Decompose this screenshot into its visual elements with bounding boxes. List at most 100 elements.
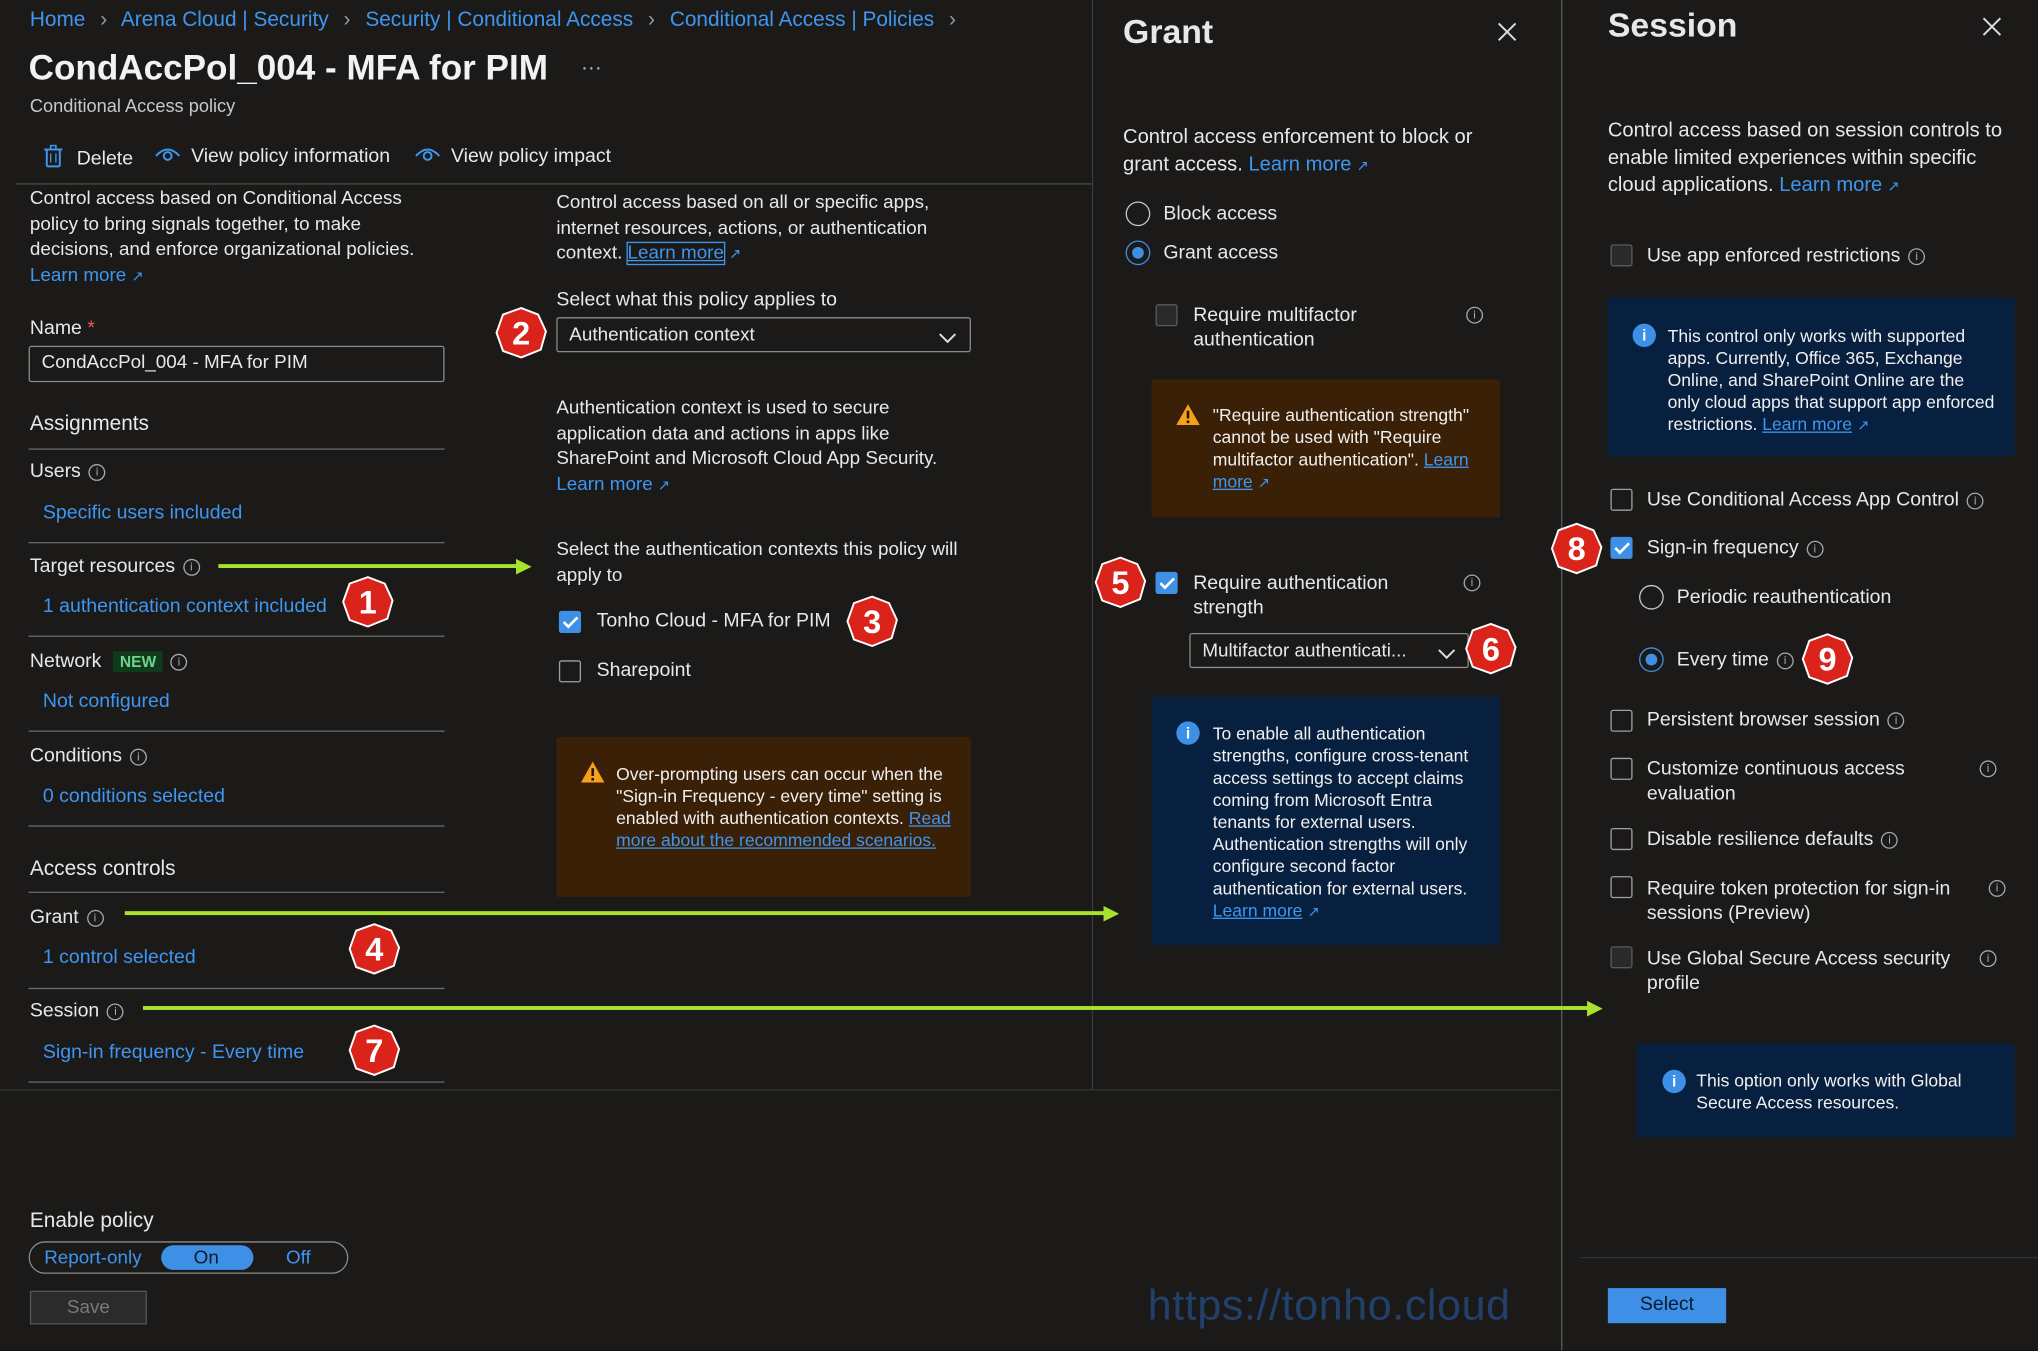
learn-more-link[interactable]: Learn more xyxy=(30,265,126,286)
app-enforced-checkbox[interactable] xyxy=(1610,244,1633,267)
view-policy-impact-button[interactable]: View policy impact xyxy=(415,144,611,167)
gsa-info-text: This option only works with Global Secur… xyxy=(1696,1071,1962,1113)
toggle-off[interactable]: Off xyxy=(286,1248,311,1269)
page-subtitle: Conditional Access policy xyxy=(29,94,236,116)
resilience-checkbox[interactable] xyxy=(1610,827,1633,851)
block-access-label: Block access xyxy=(1163,202,1278,225)
trash-icon xyxy=(43,144,64,173)
annotation-badge-2: 2 xyxy=(495,307,547,359)
badge-number: 5 xyxy=(1111,565,1129,601)
grant-access-radio[interactable] xyxy=(1125,240,1151,266)
signin-frequency-label: Sign-in frequency i xyxy=(1646,536,1824,559)
annotation-badge-4: 4 xyxy=(348,923,401,975)
annotation-arrow-target xyxy=(218,564,518,569)
badge-number: 3 xyxy=(863,604,881,640)
grant-title: Grant xyxy=(1123,11,1214,51)
chevron-down-icon xyxy=(938,328,957,351)
users-link[interactable]: Specific users included xyxy=(43,502,242,524)
persistent-session-label: Persistent browser session i xyxy=(1647,708,1905,730)
annotation-badge-8: 8 xyxy=(1550,522,1603,575)
conditions-link[interactable]: 0 conditions selected xyxy=(43,785,225,807)
session-footer-divider xyxy=(1580,1256,2038,1259)
divider xyxy=(28,542,445,544)
app-enforced-info: i This control only works with supported… xyxy=(1607,297,2015,457)
info-icon: i xyxy=(1776,651,1794,669)
block-access-radio[interactable] xyxy=(1125,201,1151,227)
strength-dropdown[interactable]: Multifactor authenticati... xyxy=(1189,633,1469,669)
badge-number: 2 xyxy=(512,315,530,351)
name-field[interactable]: CondAccPol_004 - MFA for PIM xyxy=(28,345,445,383)
breadcrumb-arena-security[interactable]: Arena Cloud | Security xyxy=(121,9,329,31)
annotation-badge-1: 1 xyxy=(342,576,394,628)
save-button[interactable]: Save xyxy=(29,1290,147,1325)
applies-to-dropdown[interactable]: Authentication context xyxy=(556,317,971,353)
external-link-icon: ↗ xyxy=(1257,475,1270,492)
context-checkbox-tonho[interactable] xyxy=(558,610,582,634)
more-actions-button[interactable]: ··· xyxy=(581,57,602,80)
view-policy-information-button[interactable]: View policy information xyxy=(155,144,390,167)
divider xyxy=(28,635,445,637)
require-strength-checkbox[interactable] xyxy=(1155,571,1178,595)
gsa-label: Use Global Secure Access security profil… xyxy=(1646,947,1951,995)
over-prompt-warning-text: Over-prompting users can occur when the … xyxy=(616,763,954,851)
annotation-arrowhead xyxy=(516,558,532,575)
close-icon[interactable] xyxy=(1497,22,1517,48)
require-mfa-label: Require multifactor authentication xyxy=(1193,304,1357,351)
context-checkbox-sharepoint[interactable] xyxy=(558,660,582,683)
signin-frequency-label-text: Sign-in frequency xyxy=(1646,536,1799,559)
gsa-checkbox[interactable] xyxy=(1610,946,1633,969)
annotation-badge-7: 7 xyxy=(348,1024,401,1076)
info-icon: i xyxy=(1466,306,1484,324)
token-protection-checkbox[interactable] xyxy=(1610,876,1633,899)
chevron-right-icon: › xyxy=(949,9,956,32)
learn-more-link[interactable]: Learn more xyxy=(1248,153,1351,175)
breadcrumb-security-ca[interactable]: Security | Conditional Access xyxy=(365,9,633,31)
access-controls-heading: Access controls xyxy=(29,857,176,880)
grant-label-text: Grant xyxy=(29,905,79,929)
policy-intro: Control access based on Conditional Acce… xyxy=(30,187,446,290)
cae-checkbox[interactable] xyxy=(1610,757,1633,780)
breadcrumb-home[interactable]: Home xyxy=(30,9,85,31)
external-link-icon: ↗ xyxy=(131,268,144,285)
persistent-session-checkbox[interactable] xyxy=(1610,709,1633,732)
new-badge: NEW xyxy=(113,651,163,672)
ca-app-control-checkbox[interactable] xyxy=(1610,488,1633,511)
info-icon: i xyxy=(1979,950,1997,968)
cae-label: Customize continuous access evaluation xyxy=(1646,757,1905,805)
external-link-icon: ↗ xyxy=(1307,904,1320,921)
require-mfa-checkbox[interactable] xyxy=(1155,304,1178,327)
every-time-radio[interactable] xyxy=(1639,647,1664,672)
learn-more-link[interactable]: Learn more xyxy=(626,241,726,266)
target-resources-link[interactable]: 1 authentication context included xyxy=(43,595,327,617)
learn-more-link[interactable]: Learn more xyxy=(1779,174,1882,196)
close-icon[interactable] xyxy=(1982,17,2002,43)
grant-link[interactable]: 1 control selected xyxy=(43,946,196,968)
grant-intro: Control access enforcement to block or g… xyxy=(1123,123,1513,180)
learn-more-link[interactable]: Learn more xyxy=(1213,901,1303,920)
signin-frequency-checkbox[interactable] xyxy=(1610,536,1633,559)
network-link[interactable]: Not configured xyxy=(43,690,170,712)
info-icon: i xyxy=(1979,760,1997,778)
over-prompt-warning: Over-prompting users can occur when the … xyxy=(556,736,971,897)
badge-number: 8 xyxy=(1568,531,1586,567)
resilience-label: Disable resilience defaults i xyxy=(1647,828,1899,850)
auth-context-description-text: Authentication context is used to secure… xyxy=(556,397,938,470)
chevron-down-icon xyxy=(1438,643,1456,666)
target-resources-label-text: Target resources xyxy=(29,555,176,578)
enable-policy-toggle[interactable]: Report-only On Off xyxy=(28,1241,349,1274)
toggle-report-only[interactable]: Report-only xyxy=(44,1248,141,1269)
breadcrumb-ca-policies[interactable]: Conditional Access | Policies xyxy=(670,9,934,31)
save-button-label: Save xyxy=(66,1297,110,1318)
learn-more-link[interactable]: Learn more xyxy=(1762,415,1852,434)
view-info-label: View policy information xyxy=(191,144,391,168)
learn-more-link[interactable]: Learn more xyxy=(556,474,652,495)
info-icon: i xyxy=(86,909,104,927)
grant-label: Grant i xyxy=(29,905,104,929)
periodic-reauth-radio[interactable] xyxy=(1639,584,1664,610)
session-link[interactable]: Sign-in frequency - Every time xyxy=(43,1041,304,1063)
select-button[interactable]: Select xyxy=(1607,1288,1727,1324)
page-title: CondAccPol_004 - MFA for PIM xyxy=(28,48,548,88)
session-blade xyxy=(1561,0,2038,1351)
badge-number: 7 xyxy=(365,1033,383,1069)
delete-button[interactable]: Delete xyxy=(43,144,133,173)
